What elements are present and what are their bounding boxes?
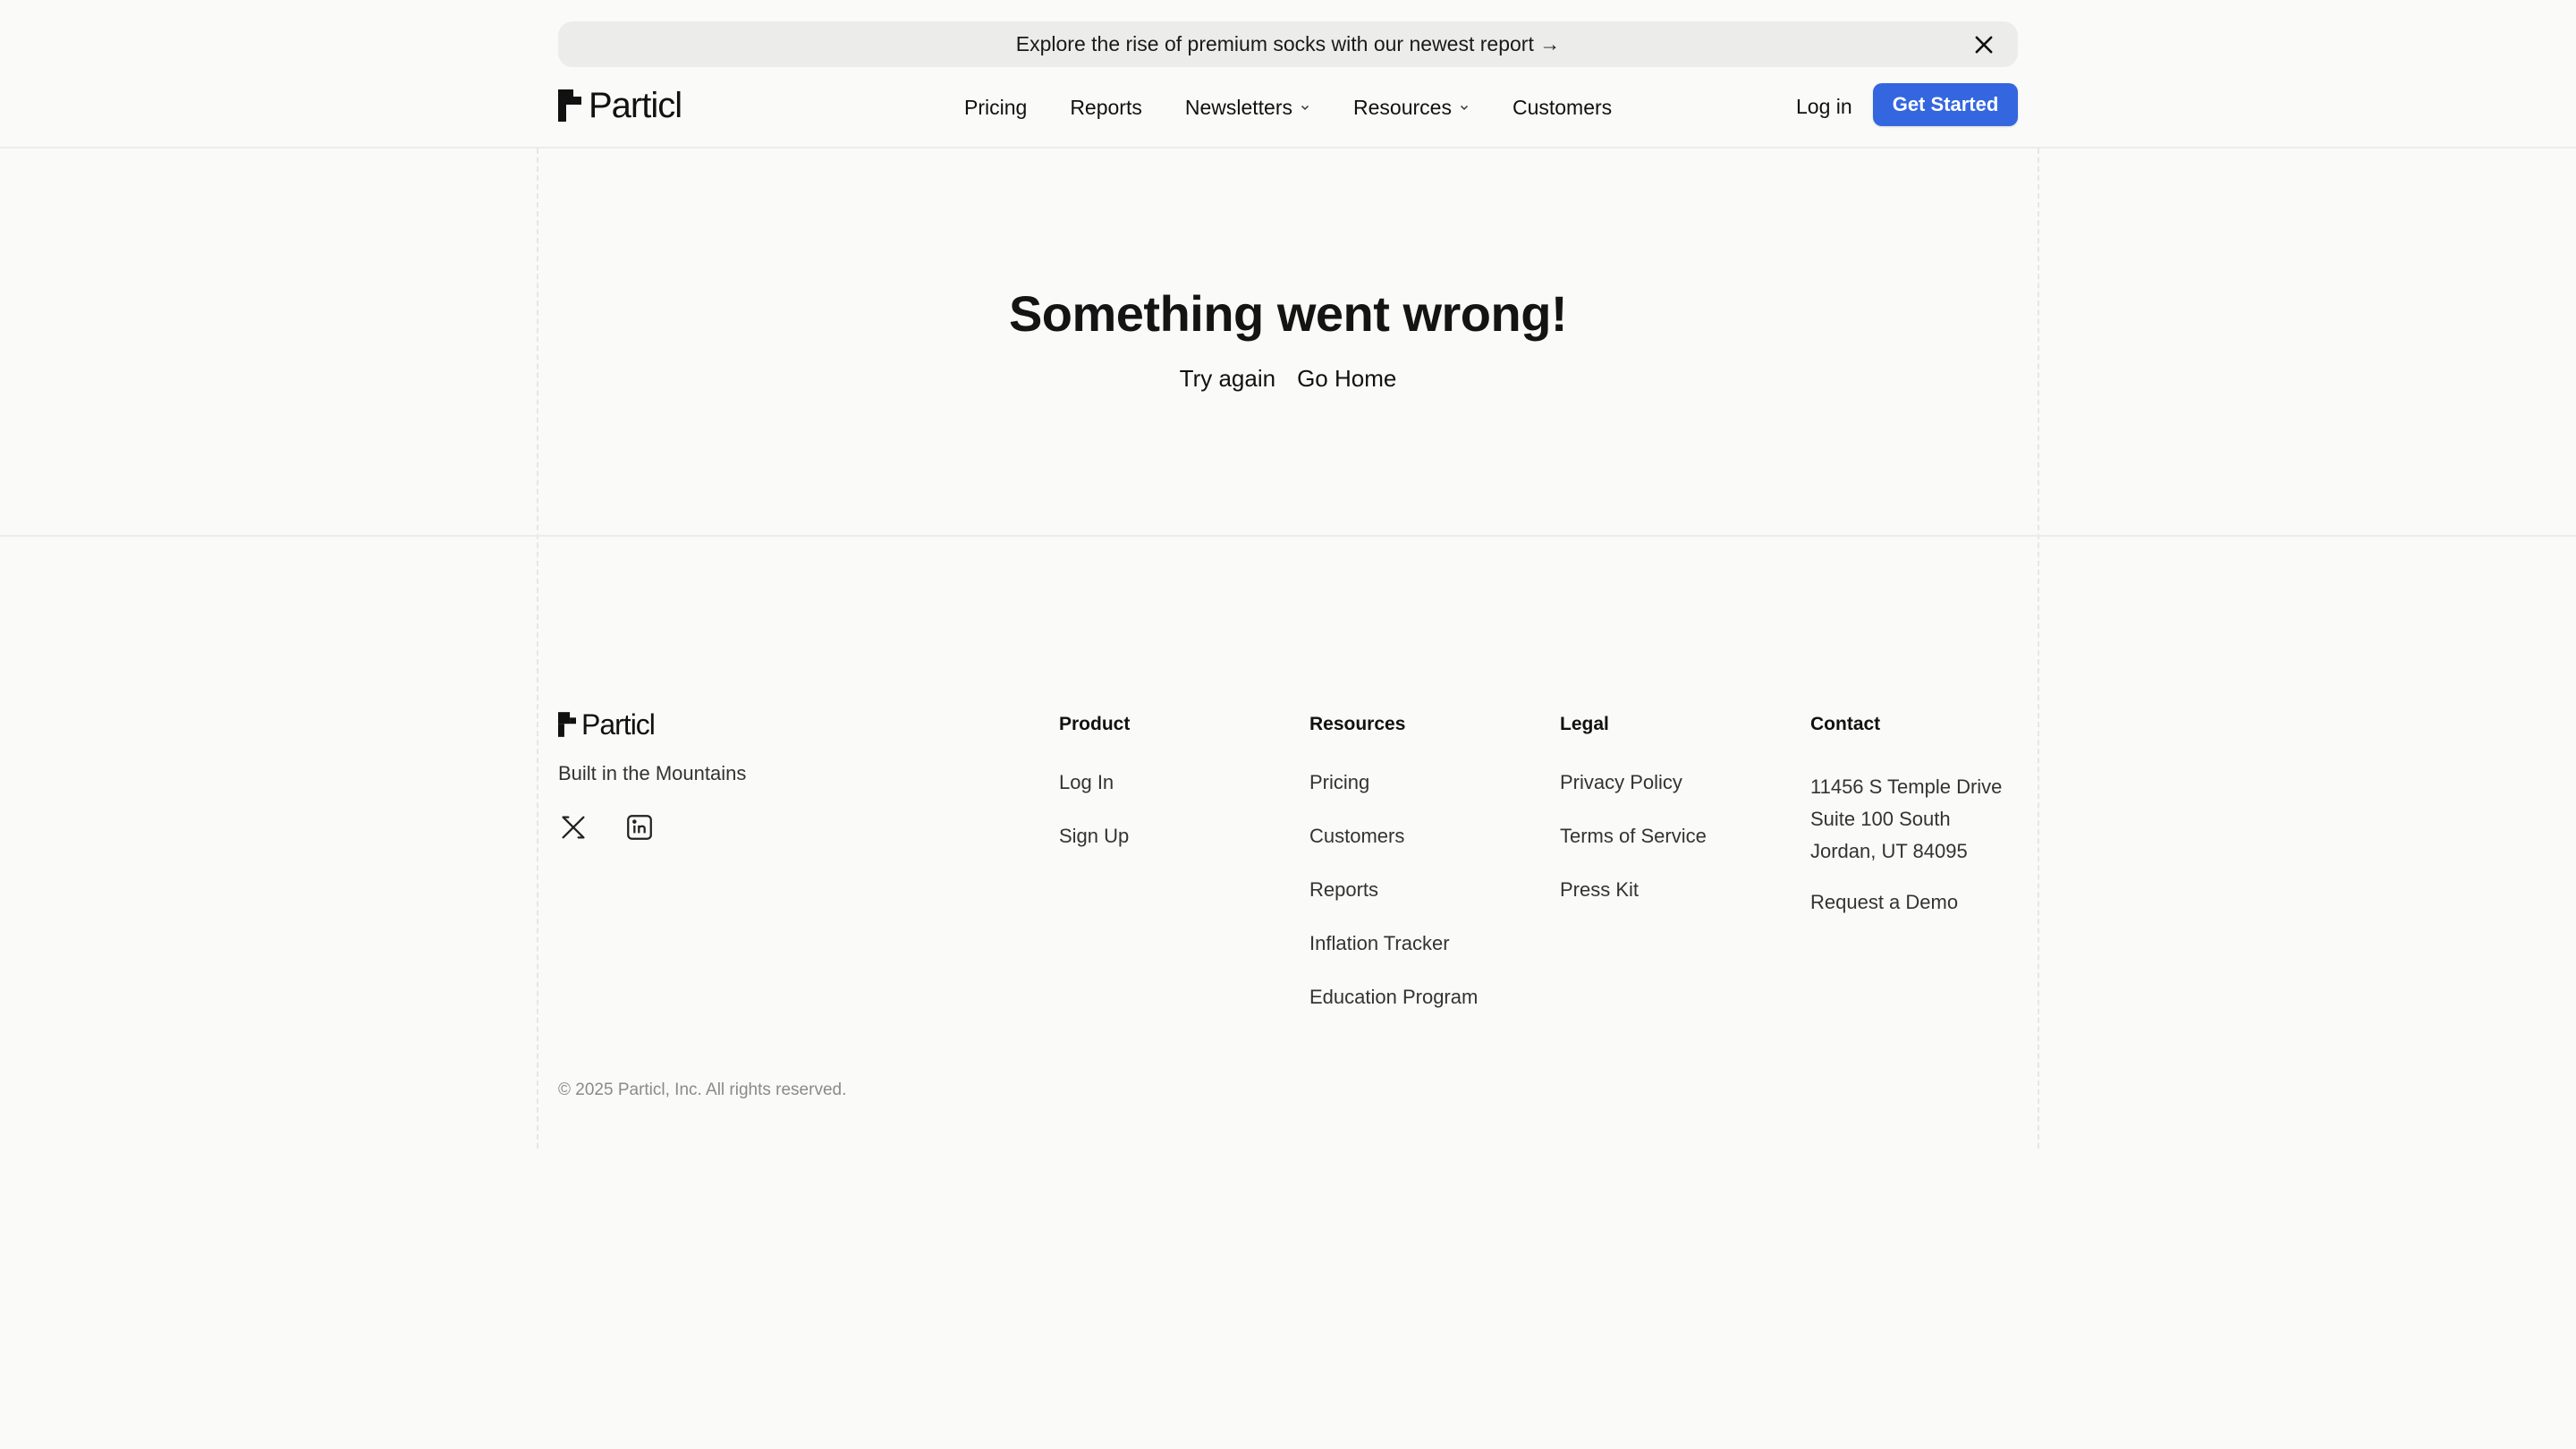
footer-column-contact: Contact 11456 S Temple Drive Suite 100 S… [1810, 714, 2002, 945]
nav-item-pricing[interactable]: Pricing [964, 96, 1027, 120]
address-line: Jordan, UT 84095 [1810, 840, 1968, 862]
logo[interactable]: Particl [558, 88, 682, 123]
footer-link-pricing[interactable]: Pricing [1309, 771, 1478, 794]
login-link[interactable]: Log in [1796, 95, 1852, 119]
footer-link-privacy-policy[interactable]: Privacy Policy [1560, 771, 1707, 794]
social-links [558, 812, 655, 843]
footer-link-customers[interactable]: Customers [1309, 825, 1478, 848]
nav-item-reports[interactable]: Reports [1070, 96, 1142, 120]
footer-column-title: Resources [1309, 714, 1406, 734]
nav-item-newsletters[interactable]: Newsletters [1185, 96, 1310, 120]
footer-column-resources: Resources Pricing Customers Reports Infl… [1309, 714, 1478, 1039]
footer-column-legal: Legal Privacy Policy Terms of Service Pr… [1560, 714, 1707, 932]
footer-link-reports[interactable]: Reports [1309, 878, 1478, 902]
nav-item-label: Customers [1512, 95, 1613, 119]
page: Explore the rise of premium socks with o… [0, 0, 2576, 1449]
footer-logo[interactable]: Particl [558, 708, 656, 741]
nav-item-label: Newsletters [1184, 95, 1293, 119]
nav-item-resources[interactable]: Resources [1353, 96, 1470, 120]
nav-item-label: Resources [1353, 95, 1452, 119]
particl-logo-icon [558, 712, 576, 737]
get-started-button[interactable]: Get Started [1873, 83, 2018, 126]
copyright: © 2025 Particl, Inc. All rights reserved… [558, 1080, 847, 1099]
contact-address: 11456 S Temple Drive Suite 100 South Jor… [1810, 771, 2002, 868]
linkedin-icon[interactable] [624, 812, 655, 843]
footer-link-terms-of-service[interactable]: Terms of Service [1560, 825, 1707, 848]
footer-column-title: Contact [1810, 714, 1881, 734]
x-icon[interactable] [558, 812, 589, 843]
footer-link-log-in[interactable]: Log In [1059, 771, 1130, 794]
footer-tagline: Built in the Mountains [558, 762, 747, 784]
close-icon[interactable] [1971, 32, 1996, 57]
error-actions: Try again Go Home [0, 365, 2576, 393]
error-title: Something went wrong! [1008, 285, 1568, 342]
footer-link-education-program[interactable]: Education Program [1309, 986, 1478, 1009]
site-header: Particl Pricing Reports Newsletters Reso… [0, 80, 2576, 148]
footer-link-sign-up[interactable]: Sign Up [1059, 825, 1130, 848]
chevron-down-icon [1301, 105, 1309, 111]
footer-column-title: Product [1059, 714, 1131, 734]
main-nav: Pricing Reports Newsletters Resources Cu… [964, 93, 1612, 122]
nav-item-label: Pricing [964, 95, 1028, 119]
error-section: Something went wrong! Try again Go Home [0, 148, 2576, 537]
logo-text: Particl [589, 86, 682, 125]
go-home-link[interactable]: Go Home [1297, 365, 1396, 393]
announcement-banner[interactable]: Explore the rise of premium socks with o… [558, 21, 2018, 67]
chevron-down-icon [1460, 105, 1468, 111]
request-demo-link[interactable]: Request a Demo [1810, 891, 2002, 914]
nav-item-label: Reports [1070, 95, 1142, 119]
address-line: Suite 100 South [1810, 808, 1951, 830]
nav-item-customers[interactable]: Customers [1513, 96, 1612, 120]
try-again-button[interactable]: Try again [1180, 365, 1275, 393]
footer-link-press-kit[interactable]: Press Kit [1560, 878, 1707, 902]
particl-logo-icon [558, 89, 581, 122]
address-line: 11456 S Temple Drive [1810, 775, 2003, 798]
footer-column-title: Legal [1560, 714, 1609, 734]
footer-column-product: Product Log In Sign Up [1059, 714, 1130, 878]
footer-logo-text: Particl [581, 708, 656, 741]
footer-link-inflation-tracker[interactable]: Inflation Tracker [1309, 932, 1478, 955]
announcement-text[interactable]: Explore the rise of premium socks with o… [1016, 32, 1560, 56]
